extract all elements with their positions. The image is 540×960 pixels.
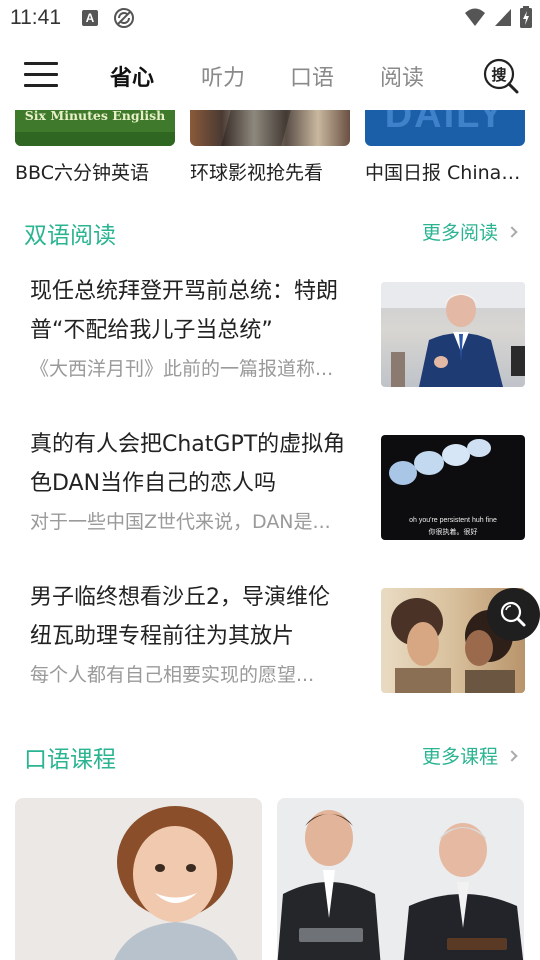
- article-summary: 对于一些中国Z世代来说，DAN是...: [30, 511, 331, 533]
- a-notification-icon: A: [82, 10, 98, 26]
- article-item-1[interactable]: 现任总统拜登开骂前总统：特朗普“不配给我儿子当总统” 《大西洋月刊》此前的一篇报…: [0, 272, 540, 392]
- course-card-1[interactable]: [15, 798, 262, 960]
- top-nav: 省心 听力 口语 阅读 搜: [0, 48, 540, 102]
- status-time: 11:41: [10, 6, 61, 29]
- signal-icon: [495, 9, 511, 26]
- bilingual-section-header: 双语阅读 更多阅读: [0, 216, 540, 252]
- speaking-section-title: 口语课程: [24, 747, 116, 773]
- card-bbc-label: BBC六分钟英语: [15, 162, 150, 184]
- more-reading-link[interactable]: 更多阅读: [421, 218, 518, 245]
- card-bbc-image-text: Six Minutes English: [24, 110, 166, 123]
- tab-reading[interactable]: 阅读: [380, 60, 424, 92]
- tab-shengxin[interactable]: 省心: [110, 60, 154, 92]
- article-summary: 每个人都有自己相要实现的愿望...: [30, 664, 315, 686]
- article-title: 真的有人会把ChatGPT的虚拟角色DAN当作自己的恋人吗: [30, 432, 346, 496]
- tab-listening[interactable]: 听力: [201, 60, 245, 92]
- wifi-icon: [465, 8, 485, 26]
- card-chinadaily-image: DAILY: [365, 110, 525, 146]
- card-movies-image: [190, 110, 350, 146]
- search-icon: 搜: [483, 58, 519, 94]
- search-icon: [500, 601, 526, 627]
- card-movies[interactable]: 环球影视抢先看: [190, 110, 350, 185]
- article-item-2[interactable]: 真的有人会把ChatGPT的虚拟角色DAN当作自己的恋人吗 对于一些中国Z世代来…: [0, 425, 540, 545]
- battery-charging-icon: [520, 6, 532, 28]
- chevron-right-icon: [506, 749, 518, 762]
- course-card-2[interactable]: [277, 798, 524, 960]
- search-icon-text: 搜: [491, 66, 507, 84]
- person-speaking-image: [381, 282, 525, 387]
- floating-search-button[interactable]: [487, 588, 540, 641]
- businessmen-image: [277, 810, 524, 960]
- card-movies-label: 环球影视抢先看: [190, 162, 324, 184]
- sync-off-icon: [114, 8, 134, 28]
- article-title: 现任总统拜登开骂前总统：特朗普“不配给我儿子当总统”: [30, 279, 339, 343]
- card-chinadaily-label: 中国日报 China Daily: [365, 162, 525, 184]
- chat-bubbles-image: [389, 439, 491, 485]
- article-thumbnail: [381, 282, 525, 387]
- status-bar: 11:41 A: [0, 0, 540, 36]
- chevron-right-icon: [506, 225, 518, 238]
- more-reading-label: 更多阅读: [421, 222, 498, 244]
- menu-icon[interactable]: [24, 60, 60, 88]
- speaking-section-header: 口语课程 更多课程: [0, 740, 540, 776]
- article-item-3[interactable]: 男子临终想看沙丘2，导演维伦纽瓦助理专程前往为其放片 每个人都有自己相要实现的愿…: [0, 578, 540, 698]
- article-title: 男子临终想看沙丘2，导演维伦纽瓦助理专程前往为其放片: [30, 585, 330, 649]
- thumbnail-subtitle-en: oh you're persistent huh fine: [409, 517, 497, 524]
- smiling-child-image: [114, 806, 238, 960]
- bilingual-section-title: 双语阅读: [24, 223, 116, 249]
- more-courses-label: 更多课程: [421, 746, 498, 768]
- card-chinadaily[interactable]: DAILY 中国日报 China Daily: [365, 110, 525, 185]
- article-summary: 《大西洋月刊》此前的一篇报道称...: [30, 358, 334, 380]
- card-bbc[interactable]: Six Minutes English BBC六分钟英语: [15, 110, 175, 185]
- search-button[interactable]: 搜: [483, 58, 519, 94]
- article-thumbnail: oh you're persistent huh fine 你很执着。很好: [381, 435, 525, 540]
- card-chinadaily-image-text: DAILY: [384, 110, 506, 136]
- card-bbc-image: Six Minutes English: [15, 110, 175, 146]
- tab-speaking[interactable]: 口语: [290, 60, 334, 92]
- thumbnail-subtitle-zh: 你很执着。很好: [428, 528, 478, 536]
- top-cards-row: Six Minutes English BBC六分钟英语 环球影视抢先看 DAI…: [0, 110, 540, 190]
- more-courses-link[interactable]: 更多课程: [421, 742, 518, 769]
